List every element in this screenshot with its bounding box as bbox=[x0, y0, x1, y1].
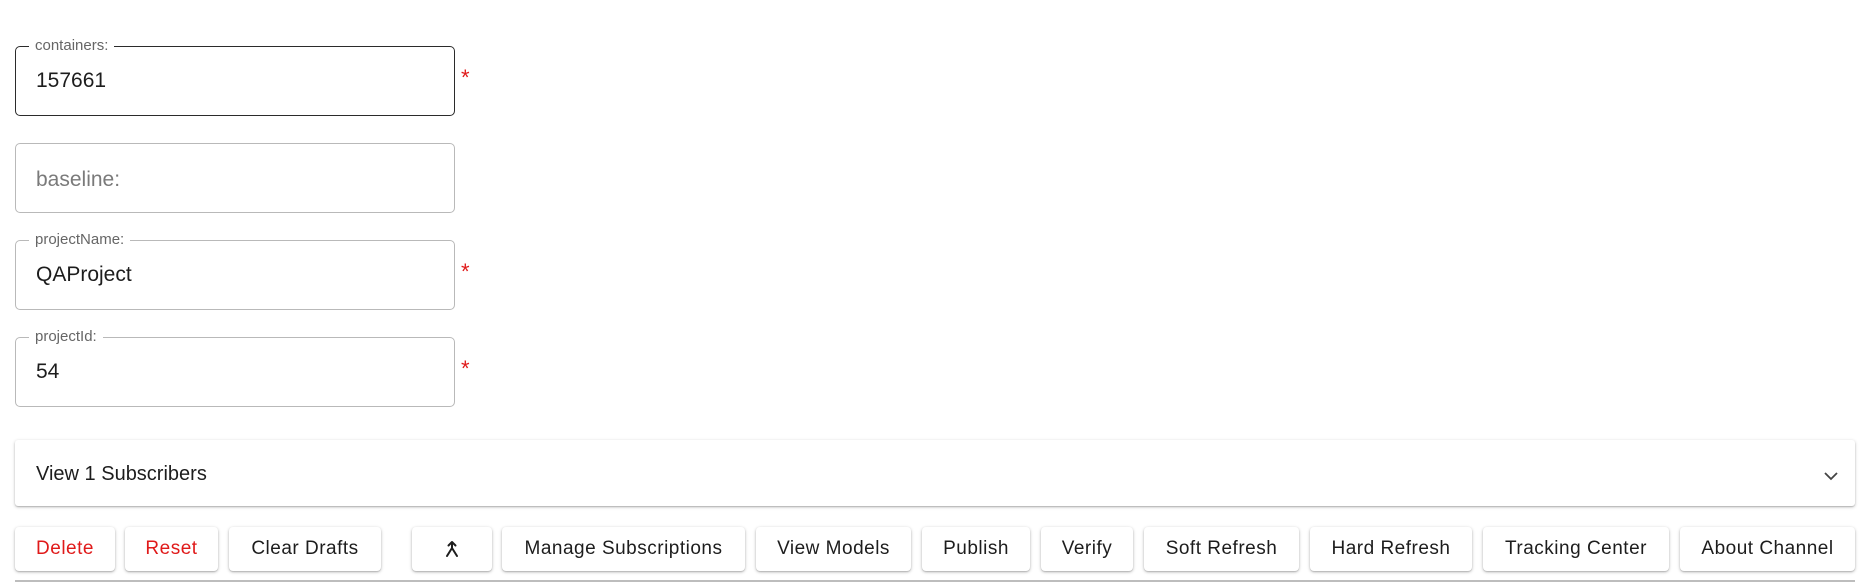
containers-required-mark: * bbox=[461, 65, 470, 90]
baseline-field[interactable]: baseline: bbox=[15, 143, 455, 213]
manage-subscriptions-button[interactable]: Manage Subscriptions bbox=[502, 527, 745, 571]
project-id-label: projectId: bbox=[29, 329, 103, 345]
project-id-field[interactable]: projectId: 54 bbox=[15, 329, 455, 407]
subscribers-accordion[interactable]: View 1 Subscribers bbox=[15, 440, 1855, 506]
merge-button[interactable] bbox=[412, 527, 492, 571]
view-models-button[interactable]: View Models bbox=[756, 527, 911, 571]
hard-refresh-button[interactable]: Hard Refresh bbox=[1310, 527, 1472, 571]
project-name-value: QAProject bbox=[36, 263, 132, 286]
bottom-divider bbox=[15, 580, 1855, 582]
merge-icon bbox=[446, 541, 458, 557]
containers-label: containers: bbox=[29, 38, 115, 54]
soft-refresh-button[interactable]: Soft Refresh bbox=[1144, 527, 1299, 571]
publish-button[interactable]: Publish bbox=[922, 527, 1030, 571]
tracking-center-button[interactable]: Tracking Center bbox=[1483, 527, 1669, 571]
reset-button[interactable]: Reset bbox=[125, 527, 218, 571]
project-name-field[interactable]: projectName: QAProject bbox=[15, 232, 455, 310]
about-channel-button[interactable]: About Channel bbox=[1680, 527, 1855, 571]
delete-button[interactable]: Delete bbox=[15, 527, 115, 571]
project-name-label: projectName: bbox=[29, 232, 131, 248]
project-id-value: 54 bbox=[36, 360, 60, 383]
clear-drafts-button[interactable]: Clear Drafts bbox=[229, 527, 381, 571]
chevron-down-icon[interactable] bbox=[1823, 468, 1839, 484]
baseline-placeholder: baseline: bbox=[36, 168, 121, 191]
verify-button[interactable]: Verify bbox=[1041, 527, 1133, 571]
subscribers-accordion-title: View 1 Subscribers bbox=[36, 463, 207, 485]
project-id-required-mark: * bbox=[461, 356, 470, 381]
containers-field[interactable]: containers: 157661 bbox=[15, 38, 455, 116]
containers-value: 157661 bbox=[36, 69, 107, 92]
project-name-required-mark: * bbox=[461, 259, 470, 284]
